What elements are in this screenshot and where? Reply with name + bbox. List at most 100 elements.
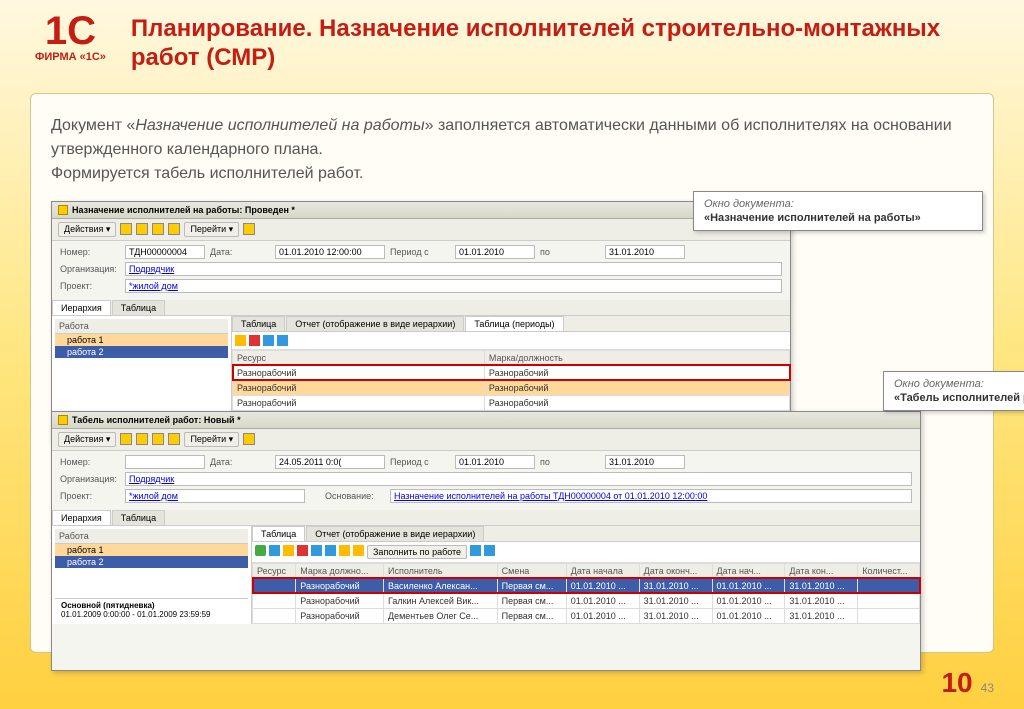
description-2: Формируется табель исполнителей работ. (51, 162, 973, 186)
toolbar: Действия ▾ Перейти ▾ (52, 429, 920, 451)
tree-item[interactable]: работа 1 (55, 544, 248, 556)
grid-toolbar (232, 332, 790, 350)
project-label: Проект: (60, 491, 120, 501)
down-icon[interactable] (325, 545, 336, 556)
actions-menu[interactable]: Действия ▾ (58, 222, 116, 237)
form-area: Номер: ТДН00000004 Дата: 01.01.2010 12:0… (52, 241, 790, 300)
page-number: 10 43 (941, 667, 994, 699)
calendar-mode: Основной (пятидневка) 01.01.2009 0:00:00… (55, 598, 248, 621)
window-icon (58, 205, 68, 215)
toolbar-icon[interactable] (120, 223, 132, 235)
table-row[interactable]: РазнорабочийГалкин Алексей Вик...Первая … (253, 593, 920, 608)
paste-icon[interactable] (277, 335, 288, 346)
org-field[interactable]: Подрядчик (125, 472, 912, 486)
date-label: Дата: (210, 457, 270, 467)
tab-hierarchy[interactable]: Иерархия (52, 510, 111, 525)
callout-assignment: Окно документа: «Назначение исполнителей… (693, 191, 983, 231)
titlebar[interactable]: Табель исполнителей работ: Новый * (52, 412, 920, 429)
up-icon[interactable] (311, 545, 322, 556)
tab-table2[interactable]: Таблица (232, 316, 285, 331)
toolbar-icon[interactable] (168, 433, 180, 445)
window-title: Назначение исполнителей на работы: Прове… (72, 205, 295, 215)
toolbar-icon[interactable] (120, 433, 132, 445)
help-icon[interactable] (243, 223, 255, 235)
toolbar: Действия ▾ Перейти ▾ (52, 219, 790, 241)
logo: 1С ФИРМА «1С» (30, 15, 111, 63)
number-label: Номер: (60, 247, 120, 257)
window-timesheet: Табель исполнителей работ: Новый * Дейст… (51, 411, 921, 671)
org-field[interactable]: Подрядчик (125, 262, 782, 276)
tree-pane: Работа работа 1 работа 2 Основной (пятид… (52, 526, 252, 624)
goto-menu[interactable]: Перейти ▾ (184, 222, 239, 237)
project-field[interactable]: *жилой дом (125, 489, 305, 503)
delete-icon[interactable] (249, 335, 260, 346)
copy-icon[interactable] (470, 545, 481, 556)
to-label: по (540, 457, 600, 467)
tab-report[interactable]: Отчет (отображение в виде иерархии) (306, 526, 484, 541)
titlebar[interactable]: Назначение исполнителей на работы: Прове… (52, 202, 790, 219)
grid-toolbar: Заполнить по работе (252, 542, 920, 563)
fill-button[interactable]: Заполнить по работе (367, 545, 467, 559)
tree-item[interactable]: работа 1 (55, 334, 228, 346)
project-field[interactable]: *жилой дом (125, 279, 782, 293)
basis-field[interactable]: Назначение исполнителей на работы ТДН000… (390, 489, 912, 503)
copy-icon[interactable] (263, 335, 274, 346)
callout-timesheet: Окно документа: «Табель исполнителей раб… (883, 371, 1024, 411)
tab-hierarchy[interactable]: Иерархия (52, 300, 111, 315)
window-icon (58, 415, 68, 425)
toolbar-icon[interactable] (152, 433, 164, 445)
sort-icon[interactable] (339, 545, 350, 556)
number-label: Номер: (60, 457, 120, 467)
project-label: Проект: (60, 281, 120, 291)
number-field[interactable] (125, 455, 205, 469)
goto-menu[interactable]: Перейти ▾ (184, 432, 239, 447)
actions-menu[interactable]: Действия ▾ (58, 432, 116, 447)
tab-table2[interactable]: Таблица (252, 526, 305, 541)
number-field[interactable]: ТДН00000004 (125, 245, 205, 259)
date-field[interactable]: 01.01.2010 12:00:00 (275, 245, 385, 259)
timesheet-grid: РесурсМарка должно...ИсполнительСменаДат… (252, 563, 920, 624)
edit-icon[interactable] (283, 545, 294, 556)
toolbar-icon[interactable] (152, 223, 164, 235)
paste-icon[interactable] (484, 545, 495, 556)
slide-title: Планирование. Назначение исполнителей ст… (131, 15, 994, 73)
tree-header: Работа (55, 319, 228, 334)
table-row[interactable]: РазнорабочийДементьев Олег Се...Первая с… (253, 608, 920, 623)
left-tabs: Иерархия Таблица (52, 300, 790, 316)
tab-table[interactable]: Таблица (112, 300, 165, 315)
tab-report[interactable]: Отчет (отображение в виде иерархии) (286, 316, 464, 331)
tab-table[interactable]: Таблица (112, 510, 165, 525)
period-from-field[interactable]: 01.01.2010 (455, 245, 535, 259)
org-label: Организация: (60, 474, 120, 484)
period-label: Период с (390, 247, 450, 257)
period-label: Период с (390, 457, 450, 467)
date-label: Дата: (210, 247, 270, 257)
toolbar-icon[interactable] (136, 223, 148, 235)
help-icon[interactable] (243, 433, 255, 445)
logo-label: ФИРМА «1С» (35, 51, 106, 63)
tree-item[interactable]: работа 2 (55, 346, 228, 358)
to-label: по (540, 247, 600, 257)
resource-grid: РесурсМарка/должность РазнорабочийРазнор… (232, 350, 790, 411)
delete-icon[interactable] (297, 545, 308, 556)
add-icon[interactable] (255, 545, 266, 556)
period-to-field[interactable]: 31.01.2010 (605, 455, 685, 469)
window-title: Табель исполнителей работ: Новый * (72, 415, 241, 425)
tree-item[interactable]: работа 2 (55, 556, 248, 568)
period-to-field[interactable]: 31.01.2010 (605, 245, 685, 259)
toolbar-icon[interactable] (168, 223, 180, 235)
date-field[interactable]: 24.05.2011 0:0( (275, 455, 385, 469)
sort-icon[interactable] (353, 545, 364, 556)
basis-label: Основание: (325, 491, 385, 501)
edit-icon[interactable] (235, 335, 246, 346)
window-assignment: Назначение исполнителей на работы: Прове… (51, 201, 791, 441)
toolbar-icon[interactable] (136, 433, 148, 445)
description-1: Документ «Назначение исполнителей на раб… (51, 114, 973, 162)
copy-icon[interactable] (269, 545, 280, 556)
tree-header: Работа (55, 529, 248, 544)
logo-icon: 1С (45, 15, 96, 47)
table-row[interactable]: РазнорабочийВасиленко Алексан...Первая с… (253, 578, 920, 593)
org-label: Организация: (60, 264, 120, 274)
period-from-field[interactable]: 01.01.2010 (455, 455, 535, 469)
tab-periods[interactable]: Таблица (периоды) (465, 316, 563, 331)
